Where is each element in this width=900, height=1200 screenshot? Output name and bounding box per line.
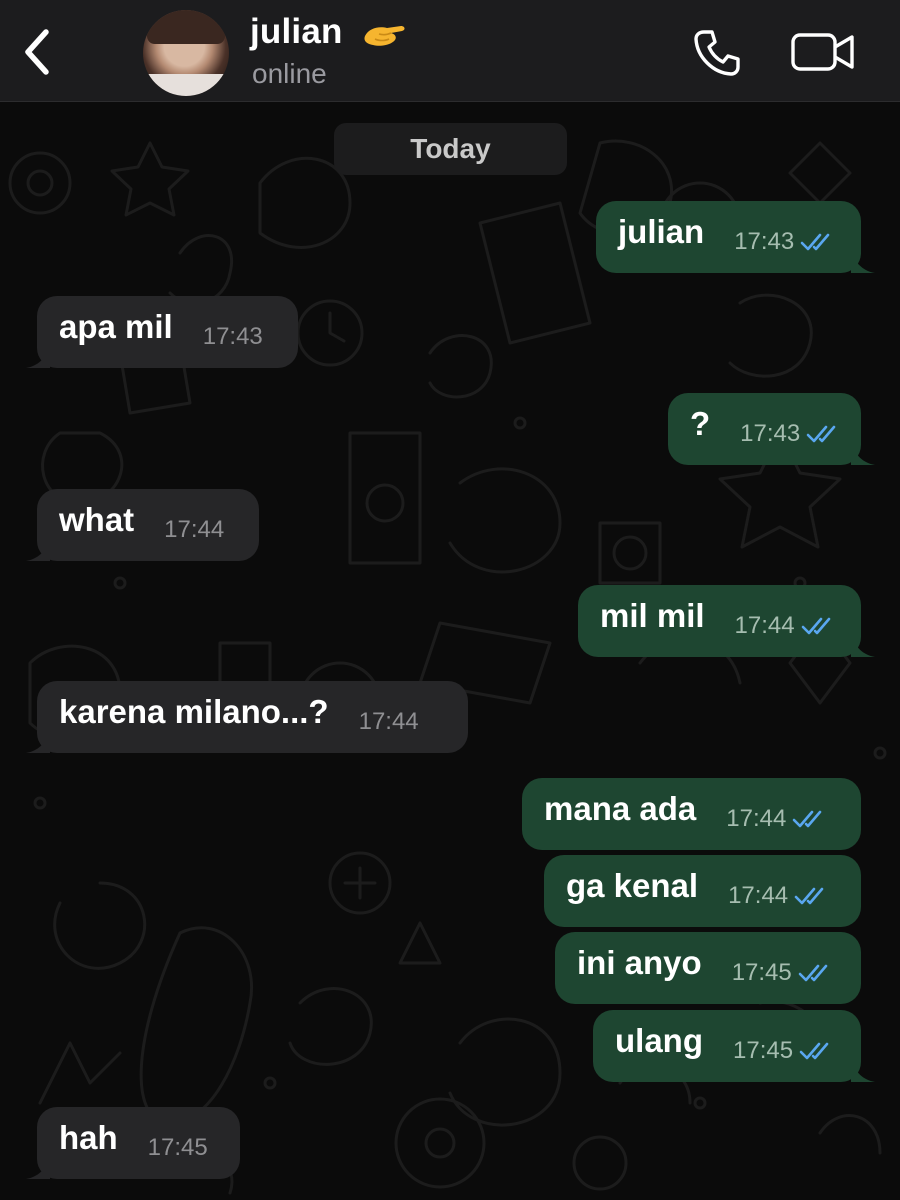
- bubble-tail: [851, 251, 875, 273]
- bubble-tail: [26, 539, 50, 561]
- message-text: karena milano...?: [59, 693, 329, 730]
- contact-status: online: [252, 58, 327, 89]
- back-button[interactable]: [18, 24, 58, 80]
- chevron-left-icon: [25, 29, 49, 75]
- outgoing-message[interactable]: ulang 17:45: [593, 1010, 875, 1082]
- message-text: mil mil: [600, 597, 705, 634]
- voice-call-button[interactable]: [690, 26, 744, 80]
- message-time: 17:43: [740, 420, 801, 447]
- incoming-message[interactable]: what 17:44: [26, 489, 259, 561]
- bubble-tail: [26, 731, 50, 753]
- bubble-tail: [26, 1157, 50, 1179]
- incoming-message[interactable]: hah 17:45: [26, 1107, 240, 1179]
- read-double-check-icon: [798, 964, 828, 982]
- outgoing-message[interactable]: mil mil 17:44: [578, 585, 875, 657]
- outgoing-message[interactable]: ? 17:43: [668, 393, 875, 465]
- bubble-tail: [26, 346, 50, 368]
- message-text: what: [59, 501, 135, 538]
- message-text: hah: [59, 1119, 118, 1156]
- bubble-tail: [851, 635, 875, 657]
- message-time: 17:44: [728, 882, 789, 909]
- message-time: 17:43: [202, 323, 263, 350]
- message-time: 17:45: [731, 959, 792, 986]
- message-time: 17:45: [147, 1134, 208, 1161]
- outgoing-message[interactable]: mana ada 17:44: [522, 778, 861, 850]
- message-time: 17:43: [734, 228, 795, 255]
- message-time: 17:45: [733, 1037, 794, 1064]
- video-camera-icon: [791, 33, 854, 71]
- outgoing-message[interactable]: julian 17:43: [596, 201, 875, 273]
- message-time: 17:44: [164, 516, 225, 543]
- video-call-button[interactable]: [790, 30, 856, 74]
- incoming-message[interactable]: karena milano...? 17:44: [26, 681, 468, 753]
- date-separator: Today: [334, 123, 567, 175]
- message-time: 17:44: [734, 612, 795, 639]
- bubble-tail: [851, 443, 875, 465]
- message-text: ulang: [615, 1022, 703, 1059]
- message-text: ga kenal: [566, 867, 699, 904]
- message-list[interactable]: Today julian 17:43 apa mil 17:43 ? 17:43…: [0, 103, 900, 1200]
- read-double-check-icon: [799, 1042, 829, 1060]
- message-text: ?: [690, 405, 711, 442]
- message-time: 17:44: [726, 805, 787, 832]
- message-text: ini anyo: [577, 944, 702, 981]
- chat-header: julian online: [0, 0, 900, 102]
- message-time: 17:44: [358, 708, 419, 735]
- message-text: julian: [618, 213, 705, 250]
- outgoing-message[interactable]: ga kenal 17:44: [544, 855, 861, 927]
- read-double-check-icon: [800, 233, 830, 251]
- outgoing-message[interactable]: ini anyo 17:45: [555, 932, 861, 1004]
- read-double-check-icon: [801, 617, 830, 635]
- contact-name[interactable]: julian: [250, 12, 343, 52]
- phone-icon: [694, 30, 740, 76]
- message-text: mana ada: [544, 790, 697, 827]
- incoming-message[interactable]: apa mil 17:43: [26, 296, 298, 368]
- read-double-check-icon: [793, 810, 822, 828]
- contact-avatar[interactable]: [143, 10, 229, 96]
- message-text: apa mil: [59, 308, 173, 345]
- read-double-check-icon: [794, 887, 824, 905]
- bubble-tail: [851, 1060, 875, 1082]
- read-double-check-icon: [806, 425, 836, 443]
- pinching-hand-emoji: [364, 26, 405, 46]
